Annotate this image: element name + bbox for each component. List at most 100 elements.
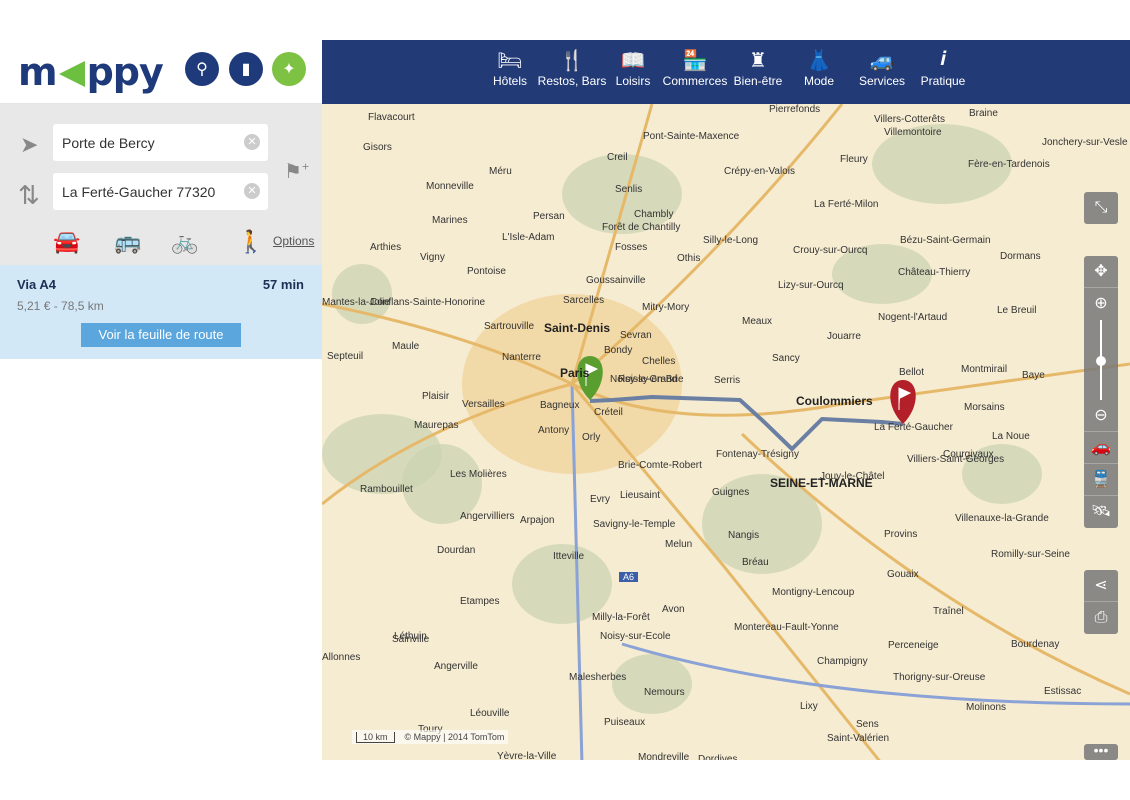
route-result[interactable]: Via A4 57 min 5,21 € - 78,5 km Voir la f… (0, 265, 322, 359)
shopping-bag-icon[interactable]: ▮ (229, 52, 263, 86)
town-label: Antony (538, 425, 570, 436)
origin-input[interactable]: Porte de Bercy ✕ (53, 124, 268, 161)
category-label: Services (858, 74, 906, 88)
town-label: Brie-Comte-Robert (618, 460, 702, 471)
mappy-logo[interactable]: m ppy (18, 50, 164, 94)
town-label: Villemontoire (884, 127, 942, 138)
fullscreen-collapse-icon[interactable]: ⤡ (1084, 192, 1118, 224)
town-label: Sartrouville (484, 321, 535, 332)
category-bien-tre[interactable]: ♜ Bien-être (734, 48, 783, 88)
category-label: Commerces (662, 74, 728, 88)
town-label: Villers-Cotterêts (874, 114, 945, 125)
clear-destination-icon[interactable]: ✕ (244, 183, 260, 199)
car-service-icon: 🚙 (869, 50, 895, 72)
walk-icon[interactable]: 🚶 (237, 229, 264, 255)
town-label: Flavacourt (368, 112, 415, 123)
town-label: Goussainville (586, 275, 646, 286)
map-pin-icon[interactable]: ⚲ (185, 52, 219, 86)
town-label: Lixy (800, 701, 818, 712)
shop-icon: 🏪 (682, 50, 708, 72)
category-label: Hôtels (492, 74, 528, 88)
town-label: SEINE-ET-MARNE (770, 476, 873, 490)
transit-icon[interactable]: 🚆 (1084, 464, 1118, 496)
town-label: Sevran (620, 330, 652, 341)
bike-icon[interactable]: 🚲 (171, 229, 198, 255)
town-label: Estissac (1044, 686, 1082, 697)
town-label: Puiseaux (604, 717, 646, 728)
bus-icon[interactable]: 🚌 (114, 229, 141, 255)
town-label: Marines (432, 215, 468, 226)
share-icon[interactable]: ⋖ (1084, 570, 1118, 602)
print-icon[interactable]: ⎙ (1084, 602, 1118, 634)
roadbook-button[interactable]: Voir la feuille de route (81, 323, 241, 347)
category-pratique[interactable]: 𝒊 Pratique (921, 48, 966, 88)
origin-value: Porte de Bercy (62, 135, 155, 151)
category-mode[interactable]: 👗 Mode (804, 48, 834, 88)
town-label: Forêt de Chantilly (602, 222, 681, 233)
town-label: Les Molières (450, 469, 507, 480)
town-label: Vigny (420, 252, 445, 263)
town-label: Château-Thierry (898, 267, 971, 278)
add-waypoint-icon[interactable]: ⚑+ (284, 159, 309, 184)
destination-input[interactable]: La Ferté-Gaucher 77320 ✕ (53, 173, 268, 210)
town-label: Saint-Valérien (827, 733, 890, 744)
town-label: Saint-Denis (544, 321, 611, 335)
town-label: Provins (884, 529, 918, 540)
category-services[interactable]: 🚙 Services (859, 48, 905, 88)
town-label: Champigny (817, 656, 868, 667)
zoom-slider[interactable] (1084, 320, 1118, 400)
category-loisirs[interactable]: 📖 Loisirs (616, 48, 651, 88)
category-label: Pratique (920, 74, 966, 88)
town-label: Braine (969, 108, 998, 119)
share-print-group: ⋖ ⎙ (1084, 570, 1118, 634)
swap-icon[interactable]: ⇅ (18, 180, 40, 211)
traffic-icon[interactable]: 🚗 (1084, 432, 1118, 464)
town-label: Evry (590, 494, 610, 505)
town-label: Montigny-Lencoup (772, 587, 855, 598)
category-commerces[interactable]: 🏪 Commerces (663, 48, 728, 88)
zoom-out-icon[interactable]: ⊖ (1084, 400, 1118, 432)
town-label: Bézu-Saint-Germain (900, 235, 991, 246)
town-label: Bagneux (540, 400, 580, 411)
more-icon[interactable]: ••• (1084, 743, 1118, 760)
town-label: Milly-la-Forêt (592, 612, 650, 623)
town-label: Allonnes (322, 652, 361, 663)
satellite-icon[interactable]: 🛰 (1084, 496, 1118, 528)
town-label: Le Breuil (997, 305, 1037, 316)
town-label: Coulommiers (796, 394, 873, 408)
header: m ppy ⚲ ▮ ✦ (0, 40, 322, 104)
car-icon[interactable]: 🚘 (53, 229, 80, 255)
category-h-tels[interactable]: 🛏 Hôtels (493, 48, 527, 88)
category-bar: 🛏 Hôtels 🍴 Restos, Bars 📖 Loisirs 🏪 Commerces ♜ B… (322, 40, 1130, 104)
end-flag-marker (890, 380, 916, 424)
map[interactable]: Flavacourt Gisors Méru Creil Pont-Sainte-Max… (322, 104, 1130, 760)
town-label: Etampes (460, 596, 500, 607)
town-label: Versailles (462, 399, 505, 410)
town-label: Itteville (553, 551, 585, 562)
category-restos-bars[interactable]: 🍴 Restos, Bars (538, 48, 607, 88)
town-label: Bréau (742, 557, 769, 568)
category-label: Bien-être (733, 74, 783, 88)
town-label: Maurepas (414, 420, 459, 431)
route-form: ➤ ⇅ Porte de Bercy ✕ La Ferté-Gaucher 773… (0, 104, 322, 265)
town-label: La Ferté-Gaucher (874, 422, 953, 433)
recenter-icon[interactable]: ✥ (1084, 256, 1118, 288)
town-label: Gouaix (887, 569, 919, 580)
options-link[interactable]: Options (273, 234, 314, 248)
road-shield-a6: A6 (619, 572, 639, 582)
town-label: Savigny-le-Temple (593, 519, 676, 530)
signpost-icon[interactable]: ✦ (272, 52, 306, 86)
road (740, 432, 1130, 696)
town-label: Jonchery-sur-Vesle (1042, 137, 1128, 148)
location-arrow-icon: ➤ (20, 132, 39, 157)
town-label: Arthies (370, 242, 402, 253)
town-label: Molinons (966, 702, 1007, 713)
zoom-slider-knob[interactable] (1096, 356, 1106, 366)
town-label: Maule (392, 341, 420, 352)
town-label: Fontenay-Trésigny (716, 449, 799, 460)
town-label: Chelles (642, 356, 676, 367)
town-label: Orly (582, 432, 601, 443)
zoom-in-icon[interactable]: ⊕ (1084, 288, 1118, 320)
town-label: Fleury (840, 154, 868, 165)
clear-origin-icon[interactable]: ✕ (244, 134, 260, 150)
